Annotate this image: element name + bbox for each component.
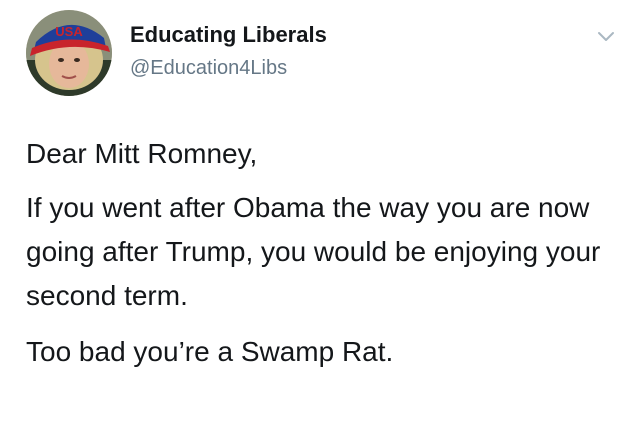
tweet-menu-button[interactable] (594, 24, 618, 48)
author-display-name[interactable]: Educating Liberals (130, 22, 327, 48)
tweet-salutation: Dear Mitt Romney, (26, 138, 258, 169)
avatar-hat-text: USA (55, 24, 83, 39)
tweet-header: USA Educating Liberals @Education4Libs (26, 10, 626, 100)
tweet-paragraph: Too bad you’re a Swamp Rat. (26, 336, 394, 367)
tweet-card: USA Educating Liberals @Education4Libs D… (0, 0, 640, 422)
avatar-image: USA (26, 10, 112, 96)
tweet-paragraph: If you went after Obama the way you are … (26, 192, 601, 311)
chevron-down-icon (598, 32, 614, 41)
avatar[interactable]: USA (26, 10, 112, 96)
tweet-body: Dear Mitt Romney, If you went after Obam… (26, 132, 626, 386)
author-handle[interactable]: @Education4Libs (130, 56, 327, 80)
author-names: Educating Liberals @Education4Libs (130, 22, 327, 80)
